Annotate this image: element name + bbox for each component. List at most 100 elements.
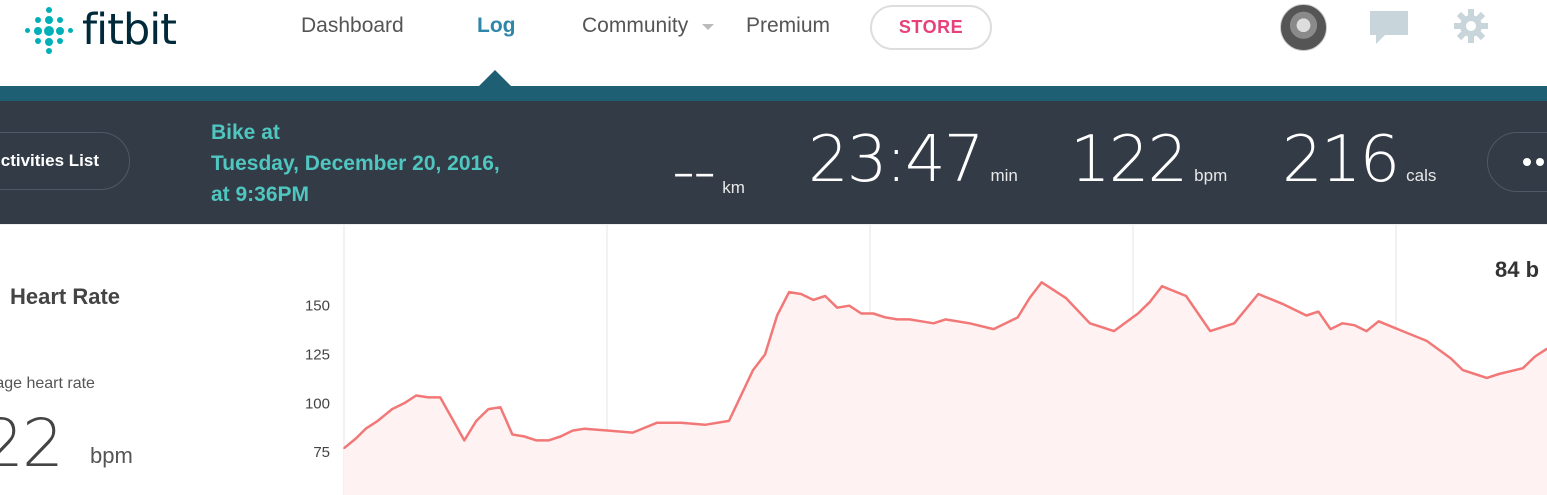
- calories-value: 216: [1282, 123, 1400, 197]
- heart-rate-point: [1040, 281, 1043, 284]
- heart-rate-point: [343, 447, 345, 449]
- store-button[interactable]: STORE: [870, 5, 992, 50]
- heart-rate-point: [1257, 293, 1260, 295]
- heart-rate-point: [1065, 297, 1067, 299]
- heart-rate-point: [1329, 328, 1332, 330]
- activity-summary-bar: ctivities List Bike at Tuesday, December…: [0, 101, 1547, 224]
- nav-community[interactable]: Community: [582, 14, 688, 38]
- active-nav-pointer: [478, 70, 512, 87]
- heart-rate-value: 122: [1070, 123, 1188, 197]
- heart-rate-point: [391, 408, 393, 410]
- duration-value: 23:47: [808, 123, 984, 197]
- heart-rate-section: Heart Rate rage heart rate 22 bpm 75 100 1…: [0, 224, 1547, 495]
- heart-rate-point: [1474, 373, 1476, 375]
- more-dot-icon: [1523, 158, 1531, 166]
- distance-value: --: [672, 135, 716, 209]
- heart-rate-point: [451, 418, 454, 420]
- distance-unit: km: [722, 178, 745, 197]
- heart-rate-point: [376, 420, 379, 422]
- heart-rate-point: [1137, 312, 1139, 315]
- heart-rate-point: [355, 437, 357, 440]
- heart-rate-point: [1209, 330, 1211, 332]
- heart-rate-point: [992, 328, 995, 330]
- heart-rate-chart[interactable]: 75 100 125 150: [0, 225, 1547, 495]
- heart-rate-point: [607, 429, 610, 432]
- heart-rate-point: [896, 318, 899, 321]
- heart-rate-point: [704, 424, 706, 426]
- nav-premium[interactable]: Premium: [746, 14, 830, 38]
- heart-rate-point: [944, 318, 947, 321]
- y-tick-label: 100: [305, 395, 330, 412]
- nav-dashboard[interactable]: Dashboard: [301, 14, 404, 38]
- gear-icon[interactable]: [1453, 8, 1489, 44]
- heart-rate-point: [1353, 324, 1356, 326]
- heart-rate-point: [1028, 297, 1031, 299]
- more-options-button[interactable]: [1487, 132, 1547, 192]
- heart-rate-point: [1425, 340, 1428, 342]
- heart-rate-point: [884, 316, 887, 319]
- heart-rate-stat: 122 bpm: [1070, 123, 1227, 197]
- y-tick-label: 150: [305, 298, 330, 315]
- heart-rate-point: [1462, 369, 1464, 371]
- activities-list-button[interactable]: ctivities List: [0, 132, 130, 190]
- heart-rate-point: [499, 406, 502, 408]
- heart-rate-point: [836, 306, 838, 309]
- heart-rate-point: [403, 402, 405, 405]
- activity-title-line2: Tuesday, December 20, 2016,: [211, 152, 500, 175]
- heart-rate-point: [487, 408, 490, 410]
- heart-rate-point: [1486, 377, 1488, 379]
- heart-rate-point: [680, 422, 682, 424]
- heart-rate-point: [908, 318, 911, 321]
- heart-rate-point: [463, 439, 466, 442]
- activity-title-line3: at 9:36PM: [211, 183, 310, 206]
- nav-underline-strip: [0, 86, 1547, 101]
- chevron-down-icon[interactable]: [702, 24, 714, 30]
- heart-rate-point: [1534, 355, 1536, 358]
- heart-rate-point: [1113, 330, 1115, 332]
- heart-rate-point: [1305, 314, 1308, 317]
- heart-rate-point: [559, 435, 562, 438]
- peak-heart-rate-label: 84 b: [1495, 257, 1540, 282]
- brand-name: fitbit: [82, 5, 177, 55]
- fitbit-logo[interactable]: fitbit: [24, 5, 177, 55]
- heart-rate-point: [656, 422, 658, 424]
- calories-stat: 216 cals: [1282, 123, 1436, 197]
- heart-rate-point: [800, 293, 802, 295]
- heart-rate-point: [535, 439, 538, 442]
- heart-rate-point: [1149, 301, 1151, 303]
- heart-rate-point: [812, 299, 814, 301]
- heart-rate-point: [547, 439, 550, 442]
- distance-stat: -- km: [672, 135, 745, 209]
- top-nav: fitbit Dashboard Log Community Premium S…: [0, 0, 1547, 86]
- more-dot-icon: [1536, 158, 1544, 166]
- heart-rate-point: [788, 291, 790, 293]
- duration-stat: 23:47 min: [808, 123, 1018, 197]
- heart-rate-point: [427, 396, 430, 399]
- heart-rate-point: [848, 304, 851, 307]
- heart-rate-area: [344, 282, 1547, 495]
- heart-rate-point: [968, 322, 971, 325]
- fitbit-logo-icon: [24, 5, 74, 55]
- heart-rate-point: [920, 320, 923, 323]
- heart-rate-unit: bpm: [1194, 166, 1228, 185]
- heart-rate-point: [571, 429, 574, 432]
- heart-rate-point: [583, 427, 586, 430]
- y-tick-label: 125: [305, 347, 330, 364]
- heart-rate-point: [1185, 295, 1187, 297]
- activity-title-line1: Bike at: [211, 121, 280, 144]
- heart-rate-point: [1377, 320, 1380, 323]
- heart-rate-point: [764, 353, 766, 356]
- heart-rate-point: [511, 433, 514, 436]
- heart-rate-point: [1341, 322, 1344, 325]
- nav-log[interactable]: Log: [477, 14, 515, 38]
- heart-rate-point: [1498, 373, 1500, 375]
- messages-icon[interactable]: [1369, 10, 1409, 46]
- heart-rate-point: [728, 420, 730, 422]
- avatar[interactable]: [1280, 4, 1327, 51]
- calories-unit: cals: [1406, 166, 1437, 185]
- heart-rate-point: [1365, 330, 1368, 332]
- heart-rate-point: [1161, 285, 1163, 287]
- heart-rate-point: [872, 312, 875, 315]
- heart-rate-point: [1317, 310, 1320, 313]
- heart-rate-point: [1089, 322, 1091, 325]
